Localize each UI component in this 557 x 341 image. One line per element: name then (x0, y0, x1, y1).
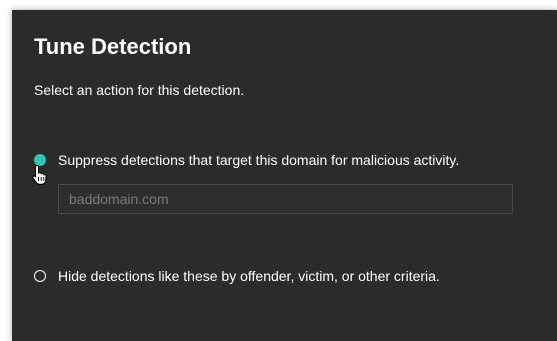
option-suppress-domain[interactable]: Suppress detections that target this dom… (34, 152, 459, 168)
option-hide-detections[interactable]: Hide detections like these by offender, … (34, 268, 440, 284)
option-hide-label: Hide detections like these by offender, … (58, 268, 440, 284)
domain-input[interactable] (58, 184, 513, 214)
tune-detection-dialog: Tune Detection Select an action for this… (12, 10, 557, 341)
dialog-title: Tune Detection (34, 34, 192, 59)
radio-unselected-icon[interactable] (34, 270, 46, 282)
dialog-subtitle: Select an action for this detection. (34, 82, 245, 98)
option-suppress-label: Suppress detections that target this dom… (58, 152, 460, 168)
hand-pointer-icon (32, 164, 47, 185)
